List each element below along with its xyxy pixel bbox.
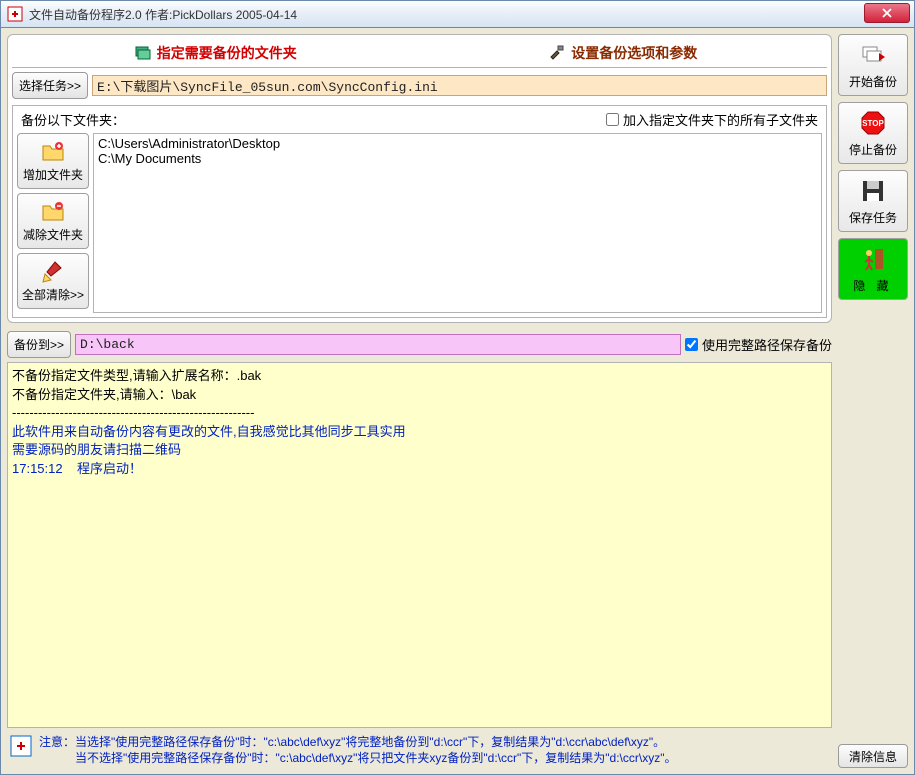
right-toolbar: 开始备份 STOP 停止备份 保存任务 隐 藏 清除信息 (838, 34, 908, 768)
log-textarea[interactable]: 不备份指定文件类型,请输入扩展名称：.bak 不备份指定文件夹,请输入：\bak… (7, 362, 832, 728)
tab-backup-options[interactable]: 设置备份选项和参数 (420, 39, 828, 67)
window-title: 文件自动备份程序2.0 作者:PickDollars 2005-04-14 (29, 6, 297, 23)
close-icon (882, 8, 892, 18)
note-line-2: 当不选择"使用完整路径保存备份"时："c:\abc\def\xyz"将只把文件夹… (39, 750, 676, 766)
include-subfolders-checkbox[interactable] (606, 113, 619, 126)
list-item[interactable]: C:\My Documents (98, 151, 817, 166)
select-task-button[interactable]: 选择任务>> (12, 72, 88, 99)
stop-icon: STOP (859, 109, 887, 137)
hide-icon (859, 245, 887, 273)
hide-button[interactable]: 隐 藏 (838, 238, 908, 300)
save-task-button[interactable]: 保存任务 (838, 170, 908, 232)
folder-listbox[interactable]: C:\Users\Administrator\Desktop C:\My Doc… (93, 133, 822, 313)
use-full-path-checkbox[interactable] (685, 338, 698, 351)
note-icon (9, 734, 33, 758)
top-panel: 指定需要备份的文件夹 设置备份选项和参数 选择任务>> 备份以下文件夹： 加入指… (7, 34, 832, 323)
window-titlebar: 文件自动备份程序2.0 作者:PickDollars 2005-04-14 (0, 0, 915, 28)
folder-add-icon (41, 140, 65, 164)
folders-tab-icon (135, 45, 151, 61)
folder-remove-icon (41, 200, 65, 224)
tab2-label: 设置备份选项和参数 (571, 43, 697, 63)
svg-text:STOP: STOP (862, 119, 884, 128)
groupbox-title: 备份以下文件夹： (21, 110, 125, 129)
tabs-row: 指定需要备份的文件夹 设置备份选项和参数 (12, 39, 827, 68)
clear-log-button[interactable]: 清除信息 (838, 744, 908, 768)
folders-groupbox: 备份以下文件夹： 加入指定文件夹下的所有子文件夹 增加文件夹 (12, 105, 827, 318)
task-path-input[interactable] (92, 75, 827, 96)
list-item[interactable]: C:\Users\Administrator\Desktop (98, 136, 817, 151)
app-icon (7, 6, 23, 22)
tab1-label: 指定需要备份的文件夹 (157, 43, 297, 63)
stop-backup-button[interactable]: STOP 停止备份 (838, 102, 908, 164)
tab-specify-folders[interactable]: 指定需要备份的文件夹 (12, 39, 420, 67)
start-backup-button[interactable]: 开始备份 (838, 34, 908, 96)
include-subfolders-label[interactable]: 加入指定文件夹下的所有子文件夹 (606, 110, 818, 129)
clear-all-button[interactable]: 全部清除>> (17, 253, 89, 309)
broom-icon (41, 260, 65, 284)
note-line-1: 注意：当选择"使用完整路径保存备份"时："c:\abc\def\xyz"将完整地… (39, 734, 676, 750)
start-icon (859, 41, 887, 69)
remove-folder-button[interactable]: 减除文件夹 (17, 193, 89, 249)
floppy-icon (859, 177, 887, 205)
footer-note: 注意：当选择"使用完整路径保存备份"时："c:\abc\def\xyz"将完整地… (7, 732, 832, 768)
window-close-button[interactable] (864, 3, 910, 23)
backup-to-button[interactable]: 备份到>> (7, 331, 71, 358)
destination-path-input[interactable] (75, 334, 681, 355)
add-folder-button[interactable]: 增加文件夹 (17, 133, 89, 189)
backup-destination-row: 备份到>> 使用完整路径保存备份 (7, 331, 832, 358)
use-full-path-label[interactable]: 使用完整路径保存备份 (685, 335, 832, 354)
hammer-icon (549, 45, 565, 61)
